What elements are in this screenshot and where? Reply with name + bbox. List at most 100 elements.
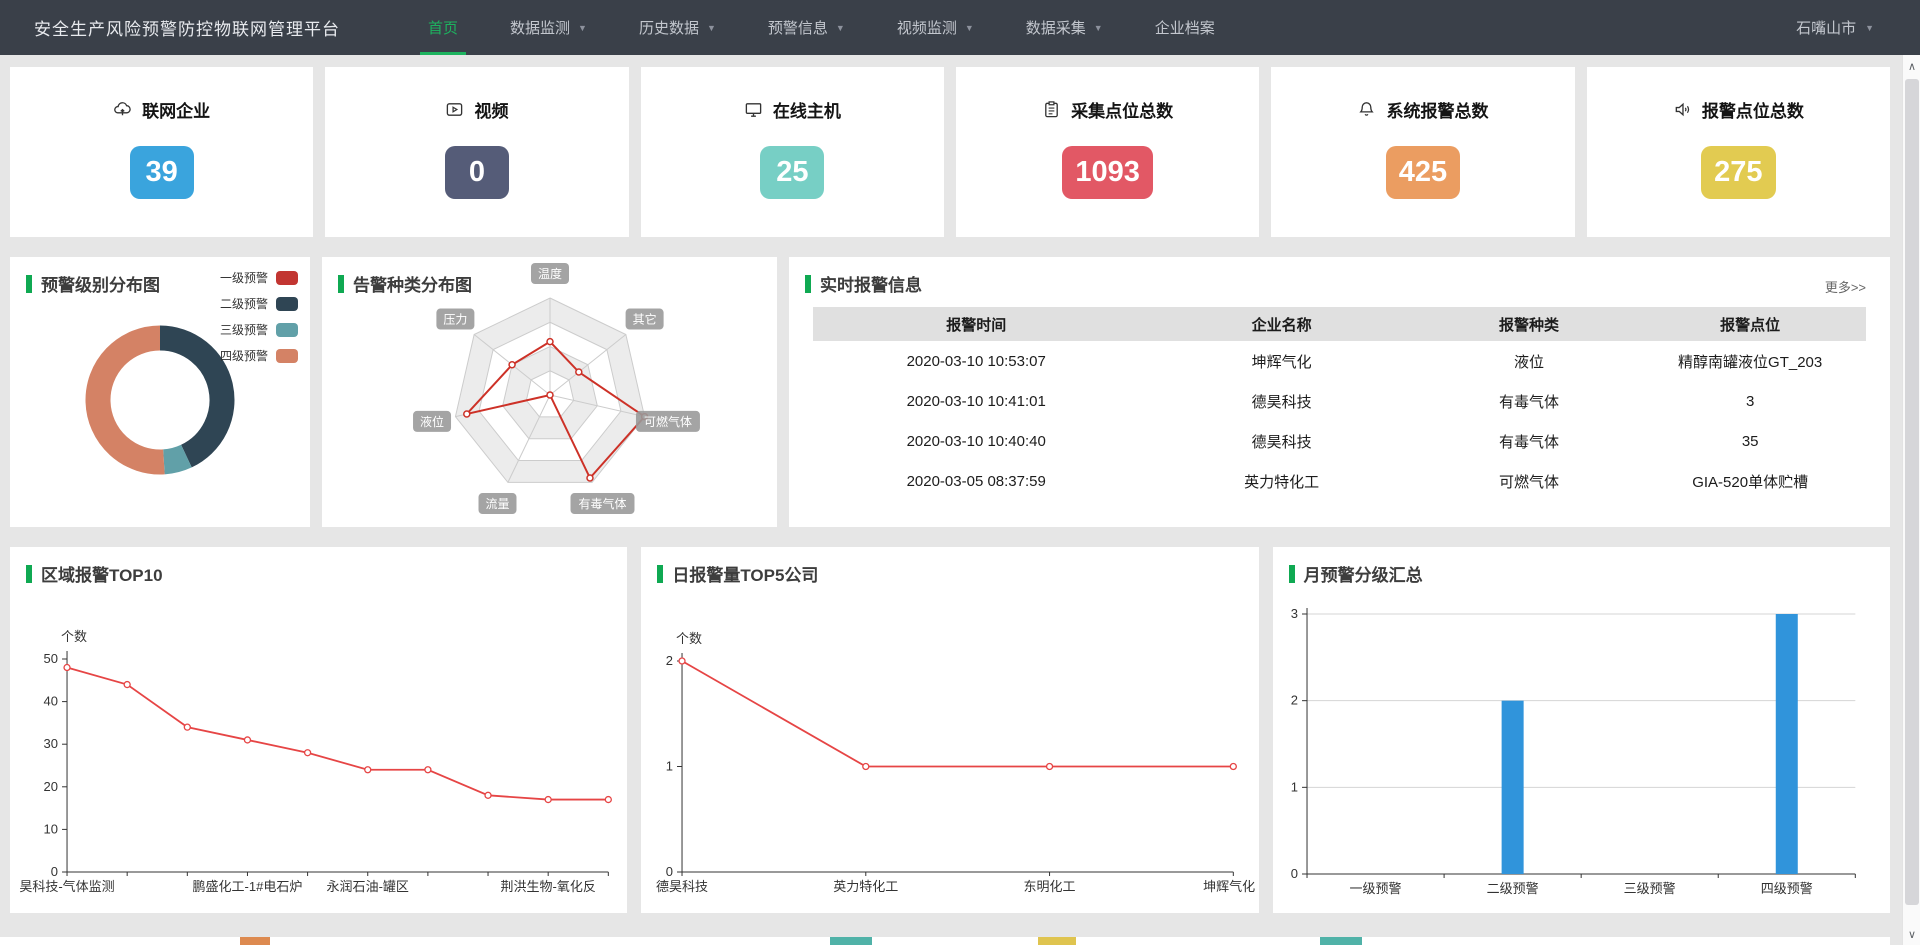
panel-title: 实时报警信息 xyxy=(805,271,922,296)
nav-item-history-data[interactable]: 历史数据▼ xyxy=(613,0,742,55)
svg-text:东明化工: 东明化工 xyxy=(1024,879,1076,894)
nav-item-enterprise-archives[interactable]: 企业档案 xyxy=(1129,0,1241,55)
svg-text:英力特化工: 英力特化工 xyxy=(834,879,899,894)
svg-text:个数: 个数 xyxy=(676,631,702,646)
table-cell: 2020-03-10 10:41:01 xyxy=(813,381,1139,421)
table-body: 2020-03-10 10:53:07坤辉气化液位精醇南罐液位GT_203202… xyxy=(813,341,1866,501)
table-row[interactable]: 2020-03-10 10:41:01德昊科技有毒气体3 xyxy=(813,381,1866,421)
svg-text:20: 20 xyxy=(44,779,58,794)
table-row[interactable]: 2020-03-05 08:37:59英力特化工可燃气体GIA-520单体贮槽 xyxy=(813,461,1866,501)
nav-item-data-collection[interactable]: 数据采集▼ xyxy=(1000,0,1129,55)
nav-item-warning-info[interactable]: 预警信息▼ xyxy=(742,0,871,55)
charts-row: 预警级别分布图 一级预警 二级预警 三级预警 四级预警 告警种类分布图 温度其它… xyxy=(10,257,1890,527)
table-cell: 德昊科技 xyxy=(1139,381,1423,421)
svg-text:流量: 流量 xyxy=(485,497,509,511)
cloud-upload-icon xyxy=(113,100,132,119)
legend-label: 三级预警 xyxy=(220,321,268,338)
svg-text:40: 40 xyxy=(44,694,58,709)
table-row[interactable]: 2020-03-10 10:40:40德昊科技有毒气体35 xyxy=(813,421,1866,461)
legend-label: 四级预警 xyxy=(220,347,268,364)
table-cell: 2020-03-10 10:53:07 xyxy=(813,341,1139,381)
legend-swatch xyxy=(276,297,298,311)
legend-label: 一级预警 xyxy=(220,269,268,286)
speaker-icon xyxy=(1673,100,1692,119)
nav-item-label: 预警信息 xyxy=(768,17,828,38)
table-cell: 精醇南罐液位GT_203 xyxy=(1634,341,1866,381)
realtime-alarm-table: 报警时间企业名称报警种类报警点位 2020-03-10 10:53:07坤辉气化… xyxy=(813,307,1866,501)
svg-text:液位: 液位 xyxy=(420,414,444,429)
legend-swatch xyxy=(276,323,298,337)
chevron-down-icon: ▼ xyxy=(1865,23,1874,33)
nav-item-label: 视频监测 xyxy=(897,17,957,38)
stat-label: 采集点位总数 xyxy=(1071,97,1173,122)
svg-text:0: 0 xyxy=(1290,866,1297,881)
vertical-scrollbar[interactable]: ∧ ∨ xyxy=(1902,55,1920,945)
title-bar-accent xyxy=(338,275,344,293)
more-link[interactable]: 更多>> xyxy=(1825,277,1866,296)
peek-fragment xyxy=(830,937,872,945)
stat-value-badge: 0 xyxy=(445,146,509,199)
panel-region-alarm-top10: 区域报警TOP10 01020304050个数昊科技-气体监测鹏盛化工-1#电石… xyxy=(10,547,627,913)
legend-item[interactable]: 三级预警 xyxy=(220,321,298,338)
table-cell: 有毒气体 xyxy=(1424,381,1635,421)
table-cell: 坤辉气化 xyxy=(1139,341,1423,381)
svg-text:一级预警: 一级预警 xyxy=(1349,881,1401,896)
panel-title-text: 月预警分级汇总 xyxy=(1304,561,1423,586)
scroll-down-arrow-icon[interactable]: ∨ xyxy=(1903,925,1920,943)
panel-title-text: 预警级别分布图 xyxy=(41,271,160,296)
panel-title-text: 区域报警TOP10 xyxy=(41,561,163,586)
legend-swatch xyxy=(276,271,298,285)
svg-text:永润石油-罐区: 永润石油-罐区 xyxy=(327,879,409,894)
panel-alarm-type-distribution: 告警种类分布图 温度其它可燃气体有毒气体流量液位压力 xyxy=(322,257,777,527)
legend-item[interactable]: 二级预警 xyxy=(220,295,298,312)
table-head: 报警时间企业名称报警种类报警点位 xyxy=(813,307,1866,341)
main-content: 联网企业 39 视频 0 在线主机 25 采集点位总数 1093 系统报警总数 … xyxy=(10,55,1890,913)
svg-text:10: 10 xyxy=(44,821,58,836)
peek-fragment xyxy=(240,937,270,945)
scroll-up-arrow-icon[interactable]: ∧ xyxy=(1903,57,1920,75)
table-header-row: 报警时间企业名称报警种类报警点位 xyxy=(813,307,1866,341)
nav-item-data-monitoring[interactable]: 数据监测▼ xyxy=(484,0,613,55)
legend-item[interactable]: 一级预警 xyxy=(220,269,298,286)
panel-monthly-warning-summary: 月预警分级汇总 0123一级预警二级预警三级预警四级预警 xyxy=(1273,547,1890,913)
stat-card-head: 采集点位总数 xyxy=(1042,97,1173,122)
stat-card-head: 报警点位总数 xyxy=(1673,97,1804,122)
stat-value-badge: 1093 xyxy=(1062,146,1153,199)
nav-item-label: 企业档案 xyxy=(1155,17,1215,38)
table-row[interactable]: 2020-03-10 10:53:07坤辉气化液位精醇南罐液位GT_203 xyxy=(813,341,1866,381)
table-cell: 德昊科技 xyxy=(1139,421,1423,461)
stat-card-head: 在线主机 xyxy=(744,97,841,122)
table-cell: 35 xyxy=(1634,421,1866,461)
panel-title: 日报警量TOP5公司 xyxy=(657,561,818,586)
legend-item[interactable]: 四级预警 xyxy=(220,347,298,364)
stat-label: 视频 xyxy=(474,97,508,122)
table-header-cell: 企业名称 xyxy=(1139,307,1423,341)
nav-menu: 首页数据监测▼历史数据▼预警信息▼ 视频监测 ▼ 数据采集▼ 企业档案 xyxy=(402,0,1241,55)
nav-item-label: 数据采集 xyxy=(1026,17,1086,38)
bottom-charts-row: 区域报警TOP10 01020304050个数昊科技-气体监测鹏盛化工-1#电石… xyxy=(10,547,1890,913)
table-header-cell: 报警种类 xyxy=(1424,307,1635,341)
legend-swatch xyxy=(276,349,298,363)
panel-title: 月预警分级汇总 xyxy=(1289,561,1423,586)
region-selector[interactable]: 石嘴山市 ▼ xyxy=(1796,17,1874,38)
stat-value-badge: 39 xyxy=(130,146,194,199)
stat-card-head: 系统报警总数 xyxy=(1357,97,1488,122)
nav-item-video-monitoring[interactable]: 视频监测 ▼ xyxy=(871,0,1000,55)
svg-text:三级预警: 三级预警 xyxy=(1623,881,1675,896)
svg-text:0: 0 xyxy=(51,864,58,879)
stat-label: 系统报警总数 xyxy=(1386,97,1488,122)
chevron-down-icon: ▼ xyxy=(965,23,974,33)
title-bar-accent xyxy=(805,275,811,293)
scrollbar-thumb[interactable] xyxy=(1905,79,1919,905)
stat-card-videos: 视频 0 xyxy=(325,67,628,237)
svg-text:1: 1 xyxy=(666,759,673,774)
table-header-cell: 报警点位 xyxy=(1634,307,1866,341)
app-title: 安全生产风险预警防控物联网管理平台 xyxy=(34,15,340,40)
stat-label: 在线主机 xyxy=(773,97,841,122)
next-section-peek xyxy=(0,937,1890,945)
nav-item-home[interactable]: 首页 xyxy=(402,0,484,55)
table-cell: 2020-03-10 10:40:40 xyxy=(813,421,1139,461)
stat-card-online-hosts: 在线主机 25 xyxy=(641,67,944,237)
table-cell: 有毒气体 xyxy=(1424,421,1635,461)
region-label: 石嘴山市 xyxy=(1796,17,1856,38)
